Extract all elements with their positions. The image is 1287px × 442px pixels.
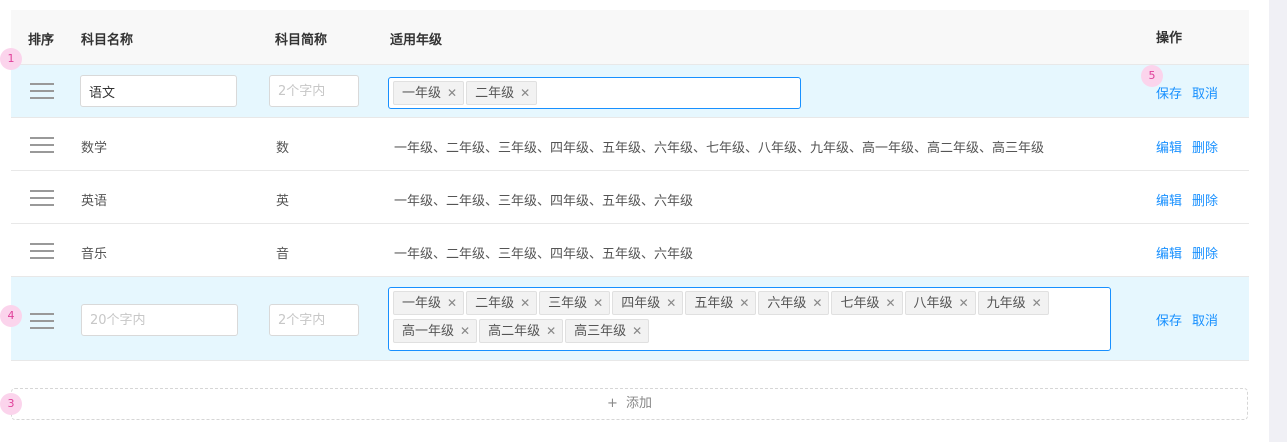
save-button[interactable]: 保存 xyxy=(1156,310,1182,329)
table-row: 英语 英 一年级、二年级、三年级、四年级、五年级、六年级 编辑 删除 xyxy=(11,171,1249,224)
tag-remove-icon[interactable]: ✕ xyxy=(812,296,822,310)
grade-tag-label: 九年级 xyxy=(986,296,1026,311)
grade-tag: 九年级 ✕ xyxy=(977,291,1049,315)
annotation-badge: 3 xyxy=(0,393,22,415)
subject-short: 音 xyxy=(276,247,290,262)
tag-remove-icon[interactable]: ✕ xyxy=(666,296,676,310)
edit-button[interactable]: 编辑 xyxy=(1156,190,1182,209)
table-row: 音乐 音 一年级、二年级、三年级、四年级、五年级、六年级 编辑 删除 xyxy=(11,224,1249,277)
grade-tag: 八年级 ✕ xyxy=(904,291,976,315)
plus-icon: + xyxy=(607,396,618,411)
drag-handle-icon[interactable] xyxy=(30,190,54,206)
drag-handle-icon[interactable] xyxy=(30,313,54,329)
header-subject-short: 科目简称 xyxy=(275,33,328,48)
tag-remove-icon[interactable]: ✕ xyxy=(447,296,457,310)
drag-handle-icon[interactable] xyxy=(30,83,54,99)
table-row: 数学 数 一年级、二年级、三年级、四年级、五年级、六年级、七年级、八年级、九年级… xyxy=(11,118,1249,171)
grade-tag: 七年级 ✕ xyxy=(831,291,903,315)
tag-remove-icon[interactable]: ✕ xyxy=(520,296,530,310)
drag-handle-icon[interactable] xyxy=(30,137,54,153)
grade-tag-label: 二年级 xyxy=(475,296,515,311)
cancel-button[interactable]: 取消 xyxy=(1192,310,1218,329)
grade-tag-label: 七年级 xyxy=(840,296,880,311)
add-label: 添加 xyxy=(625,396,652,411)
tag-remove-icon[interactable]: ✕ xyxy=(632,324,642,338)
delete-button[interactable]: 删除 xyxy=(1192,137,1218,156)
delete-button[interactable]: 删除 xyxy=(1192,190,1218,209)
grade-tag: 五年级 ✕ xyxy=(685,291,757,315)
header-grades: 适用年级 xyxy=(390,33,443,48)
grade-tag-select[interactable]: 一年级 ✕ 二年级 ✕ xyxy=(388,77,801,109)
header-actions: 操作 xyxy=(1156,31,1183,46)
edit-button[interactable]: 编辑 xyxy=(1156,243,1182,262)
add-subject-button[interactable]: + 添加 xyxy=(11,388,1248,420)
grade-tag: 六年级 ✕ xyxy=(758,291,830,315)
tag-remove-icon[interactable]: ✕ xyxy=(593,296,603,310)
grade-tag-label: 高三年级 xyxy=(574,324,627,339)
grade-tag-select[interactable]: 一年级 ✕ 二年级 ✕ 三年级 ✕ 四年级 ✕ 五年级 ✕ 六年级 ✕ 七年级 ✕ 八年级 ✕ 九年级 ✕高一年级… xyxy=(388,287,1111,351)
subject-short-input[interactable] xyxy=(269,304,359,336)
grade-tag-label: 六年级 xyxy=(767,296,807,311)
subject-name: 数学 xyxy=(81,141,108,156)
grade-tag: 三年级 ✕ xyxy=(539,291,611,315)
table-row: 一年级✕二年级✕三年级✕四年级✕五年级✕六年级✕七年级✕八年级✕九年级✕高一年级… xyxy=(11,277,1249,361)
subject-grades: 一年级、二年级、三年级、四年级、五年级、六年级 xyxy=(394,194,694,209)
cancel-button[interactable]: 取消 xyxy=(1192,83,1218,102)
subject-settings-page: 排序 科目名称 科目简称 适用年级 操作 一年级 ✕ 二年级 ✕ 保存 取消 数学 数… xyxy=(0,0,1287,442)
subject-grades: 一年级、二年级、三年级、四年级、五年级、六年级、七年级、八年级、九年级、高一年级… xyxy=(394,141,1045,156)
annotation-badge: 1 xyxy=(0,48,22,70)
grade-tag-label: 一年级 xyxy=(402,86,442,101)
edit-button[interactable]: 编辑 xyxy=(1156,137,1182,156)
grade-tag-label: 四年级 xyxy=(621,296,661,311)
subject-name: 音乐 xyxy=(81,247,108,262)
header-subject-name: 科目名称 xyxy=(81,33,134,48)
grade-tag: 一年级 ✕ xyxy=(393,291,465,315)
tag-remove-icon[interactable]: ✕ xyxy=(546,324,556,338)
grade-tag-label: 二年级 xyxy=(475,86,515,101)
subject-grades: 一年级、二年级、三年级、四年级、五年级、六年级 xyxy=(394,247,694,262)
subject-short-input[interactable] xyxy=(269,75,359,107)
header-order: 排序 xyxy=(28,33,55,48)
subject-name: 英语 xyxy=(81,194,108,209)
subject-name-input[interactable] xyxy=(80,75,237,107)
grade-tag: 高三年级 ✕ xyxy=(565,319,650,343)
grade-tag: 二年级 ✕ xyxy=(466,291,538,315)
grade-tag-label: 高一年级 xyxy=(402,324,455,339)
grade-tag: 高一年级 ✕ xyxy=(393,319,478,343)
tag-remove-icon[interactable]: ✕ xyxy=(1032,296,1042,310)
table-row: 一年级 ✕ 二年级 ✕ 保存 取消 xyxy=(11,65,1249,118)
grade-tag-label: 高二年级 xyxy=(488,324,541,339)
subject-name-input[interactable] xyxy=(81,304,238,336)
grade-tag-label: 三年级 xyxy=(548,296,588,311)
grade-tag-label: 八年级 xyxy=(913,296,953,311)
grade-tag: 高二年级 ✕ xyxy=(479,319,564,343)
grade-tag: 二年级 ✕ xyxy=(466,81,538,105)
drag-handle-icon[interactable] xyxy=(30,243,54,259)
tag-remove-icon[interactable]: ✕ xyxy=(447,86,457,100)
grade-tag-label: 一年级 xyxy=(402,296,442,311)
subject-short: 数 xyxy=(276,141,290,156)
tag-remove-icon[interactable]: ✕ xyxy=(460,324,470,338)
tag-remove-icon[interactable]: ✕ xyxy=(959,296,969,310)
delete-button[interactable]: 删除 xyxy=(1192,243,1218,262)
page-scrollbar-track[interactable] xyxy=(1269,0,1287,442)
grade-tag: 一年级 ✕ xyxy=(393,81,465,105)
subject-short: 英 xyxy=(276,194,290,209)
annotation-badge: 4 xyxy=(0,305,22,327)
save-button[interactable]: 保存 xyxy=(1156,83,1182,102)
table-header: 排序 科目名称 科目简称 适用年级 操作 xyxy=(11,10,1249,65)
grade-tag-label: 五年级 xyxy=(694,296,734,311)
tag-remove-icon[interactable]: ✕ xyxy=(520,86,530,100)
annotation-badge: 5 xyxy=(1141,65,1163,87)
grade-tag: 四年级 ✕ xyxy=(612,291,684,315)
tag-remove-icon[interactable]: ✕ xyxy=(739,296,749,310)
subject-table: 排序 科目名称 科目简称 适用年级 操作 一年级 ✕ 二年级 ✕ 保存 取消 数学 数… xyxy=(11,10,1249,361)
tag-remove-icon[interactable]: ✕ xyxy=(885,296,895,310)
